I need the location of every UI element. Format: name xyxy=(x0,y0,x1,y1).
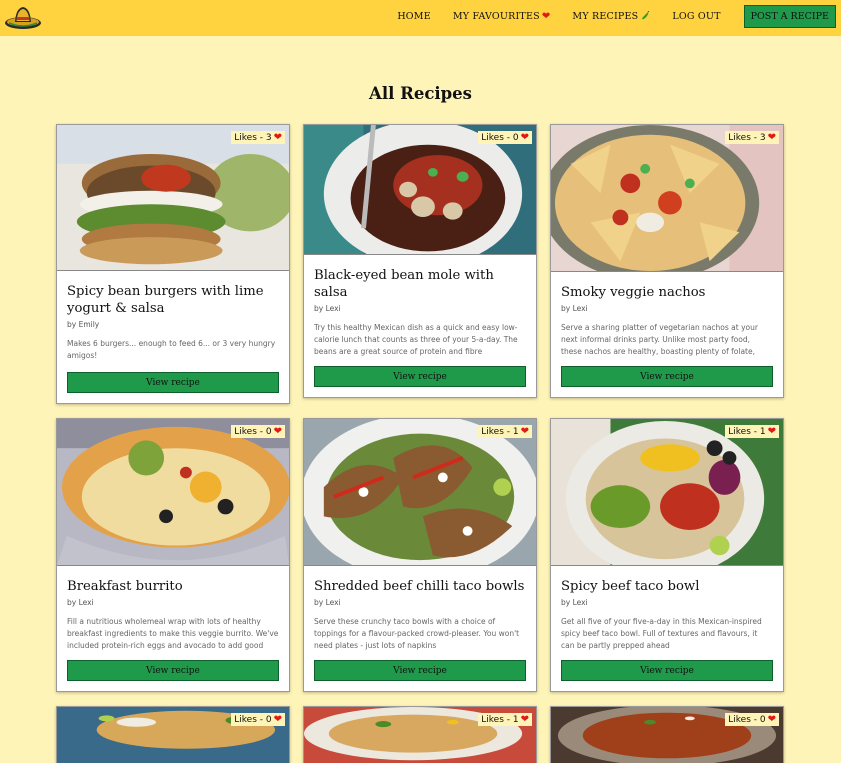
recipe-card: Likes - 3 ❤ Spicy bean burgers with lime … xyxy=(56,124,290,404)
nav-home-label: HOME xyxy=(397,10,431,22)
recipe-card: Likes - 0 ❤ xyxy=(56,706,290,763)
heart-icon[interactable]: ❤ xyxy=(768,132,776,143)
recipe-description: Try this healthy Mexican dish as a quick… xyxy=(314,323,518,356)
likes-count: Likes - 0 xyxy=(234,714,272,725)
likes-count: Likes - 0 xyxy=(234,426,272,437)
recipe-title: Breakfast burrito xyxy=(67,579,183,594)
heart-icon[interactable]: ❤ xyxy=(521,132,529,143)
likes-count: Likes - 3 xyxy=(728,132,766,143)
likes-badge: Likes - 3 ❤ xyxy=(231,131,285,144)
recipe-author: by Lexi xyxy=(67,598,94,607)
heart-icon[interactable]: ❤ xyxy=(274,426,282,437)
heart-icon[interactable]: ❤ xyxy=(521,426,529,437)
recipe-card: Likes - 0 ❤ Black-eyed bean mole with sal… xyxy=(303,124,537,398)
nav-home-link[interactable]: HOME xyxy=(397,11,431,22)
recipe-title: Spicy beef taco bowl xyxy=(561,579,700,594)
recipe-author: by Lexi xyxy=(561,304,588,313)
recipe-author: by Lexi xyxy=(314,598,341,607)
likes-badge: Likes - 0 ❤ xyxy=(231,713,285,726)
heart-icon[interactable]: ❤ xyxy=(768,426,776,437)
view-recipe-button[interactable]: View recipe xyxy=(561,660,773,681)
likes-badge: Likes - 3 ❤ xyxy=(725,131,779,144)
likes-count: Likes - 3 xyxy=(234,132,272,143)
view-recipe-button[interactable]: View recipe xyxy=(314,366,526,387)
recipe-image[interactable]: Likes - 1 ❤ xyxy=(304,419,536,566)
page-title: All Recipes xyxy=(369,84,472,103)
recipe-description: Get all five of your five-a-day in this … xyxy=(561,617,762,650)
recipe-title: Smoky veggie nachos xyxy=(561,285,706,300)
heart-icon: ❤ xyxy=(541,10,551,22)
recipe-description: Makes 6 burgers... enough to feed 6... o… xyxy=(67,339,276,360)
post-recipe-button[interactable]: POST A RECIPE xyxy=(743,4,836,28)
recipe-title: Black-eyed bean mole with salsa xyxy=(314,268,494,300)
recipe-image[interactable]: Likes - 0 ❤ xyxy=(57,707,289,763)
recipe-author: by Emily xyxy=(67,320,100,329)
recipe-card: Likes - 0 ❤ xyxy=(550,706,784,763)
recipe-image[interactable]: Likes - 0 ❤ xyxy=(304,125,536,255)
recipe-image[interactable]: Likes - 0 ❤ xyxy=(57,419,289,566)
recipe-description: Serve a sharing platter of vegetarian na… xyxy=(561,323,758,356)
likes-badge: Likes - 0 ❤ xyxy=(231,425,285,438)
likes-badge: Likes - 1 ❤ xyxy=(725,425,779,438)
recipe-image[interactable]: Likes - 3 ❤ xyxy=(551,125,783,272)
recipe-author: by Lexi xyxy=(561,598,588,607)
likes-badge: Likes - 1 ❤ xyxy=(478,713,532,726)
recipe-card: Likes - 1 ❤ Shredded beef chilli taco bow… xyxy=(303,418,537,692)
nav-my-recipes-link[interactable]: MY RECIPES xyxy=(572,11,650,22)
recipe-card: Likes - 0 ❤ Breakfast burrito by Lexi Fil… xyxy=(56,418,290,692)
nav-logout-link[interactable]: LOG OUT xyxy=(672,11,720,22)
nav-logout-label: LOG OUT xyxy=(672,10,721,22)
recipe-description: Fill a nutritious wholemeal wrap with lo… xyxy=(67,617,279,650)
recipe-title: Shredded beef chilli taco bowls xyxy=(314,579,525,594)
view-recipe-button[interactable]: View recipe xyxy=(561,366,773,387)
navbar: HOME MY FAVOURITES ❤ MY RECIPES LOG OUT … xyxy=(0,0,841,36)
likes-badge: Likes - 0 ❤ xyxy=(478,131,532,144)
likes-badge: Likes - 0 ❤ xyxy=(725,713,779,726)
likes-count: Likes - 0 xyxy=(728,714,766,725)
likes-count: Likes - 1 xyxy=(728,426,766,437)
recipe-description: Serve these crunchy taco bowls with a ch… xyxy=(314,617,520,650)
sombrero-logo-icon[interactable] xyxy=(4,2,42,32)
recipe-image[interactable]: Likes - 3 ❤ xyxy=(57,125,289,271)
recipe-image[interactable]: Likes - 1 ❤ xyxy=(551,419,783,566)
recipe-image[interactable]: Likes - 1 ❤ xyxy=(304,707,536,763)
nav-favourites-label: MY FAVOURITES xyxy=(452,10,540,22)
nav-my-recipes-label: MY RECIPES xyxy=(572,10,639,22)
recipe-card: Likes - 3 ❤ Smoky veggie nachos by Lexi S… xyxy=(550,124,784,398)
likes-count: Likes - 0 xyxy=(481,132,519,143)
likes-count: Likes - 1 xyxy=(481,426,519,437)
heart-icon[interactable]: ❤ xyxy=(768,714,776,725)
recipe-card: Likes - 1 ❤ xyxy=(303,706,537,763)
chili-icon xyxy=(642,11,650,20)
recipe-grid: Likes - 3 ❤ Spicy bean burgers with lime … xyxy=(56,124,785,763)
recipe-image[interactable]: Likes - 0 ❤ xyxy=(551,707,783,763)
likes-badge: Likes - 1 ❤ xyxy=(478,425,532,438)
view-recipe-button[interactable]: View recipe xyxy=(67,372,279,393)
recipe-title: Spicy bean burgers with lime yogurt & sa… xyxy=(67,284,264,316)
view-recipe-button[interactable]: View recipe xyxy=(314,660,526,681)
likes-count: Likes - 1 xyxy=(481,714,519,725)
view-recipe-button[interactable]: View recipe xyxy=(67,660,279,681)
nav-favourites-link[interactable]: MY FAVOURITES ❤ xyxy=(453,11,551,22)
heart-icon[interactable]: ❤ xyxy=(521,714,529,725)
recipe-author: by Lexi xyxy=(314,304,341,313)
heart-icon[interactable]: ❤ xyxy=(274,714,282,725)
heart-icon[interactable]: ❤ xyxy=(274,132,282,143)
recipe-card: Likes - 1 ❤ Spicy beef taco bowl by Lexi … xyxy=(550,418,784,692)
